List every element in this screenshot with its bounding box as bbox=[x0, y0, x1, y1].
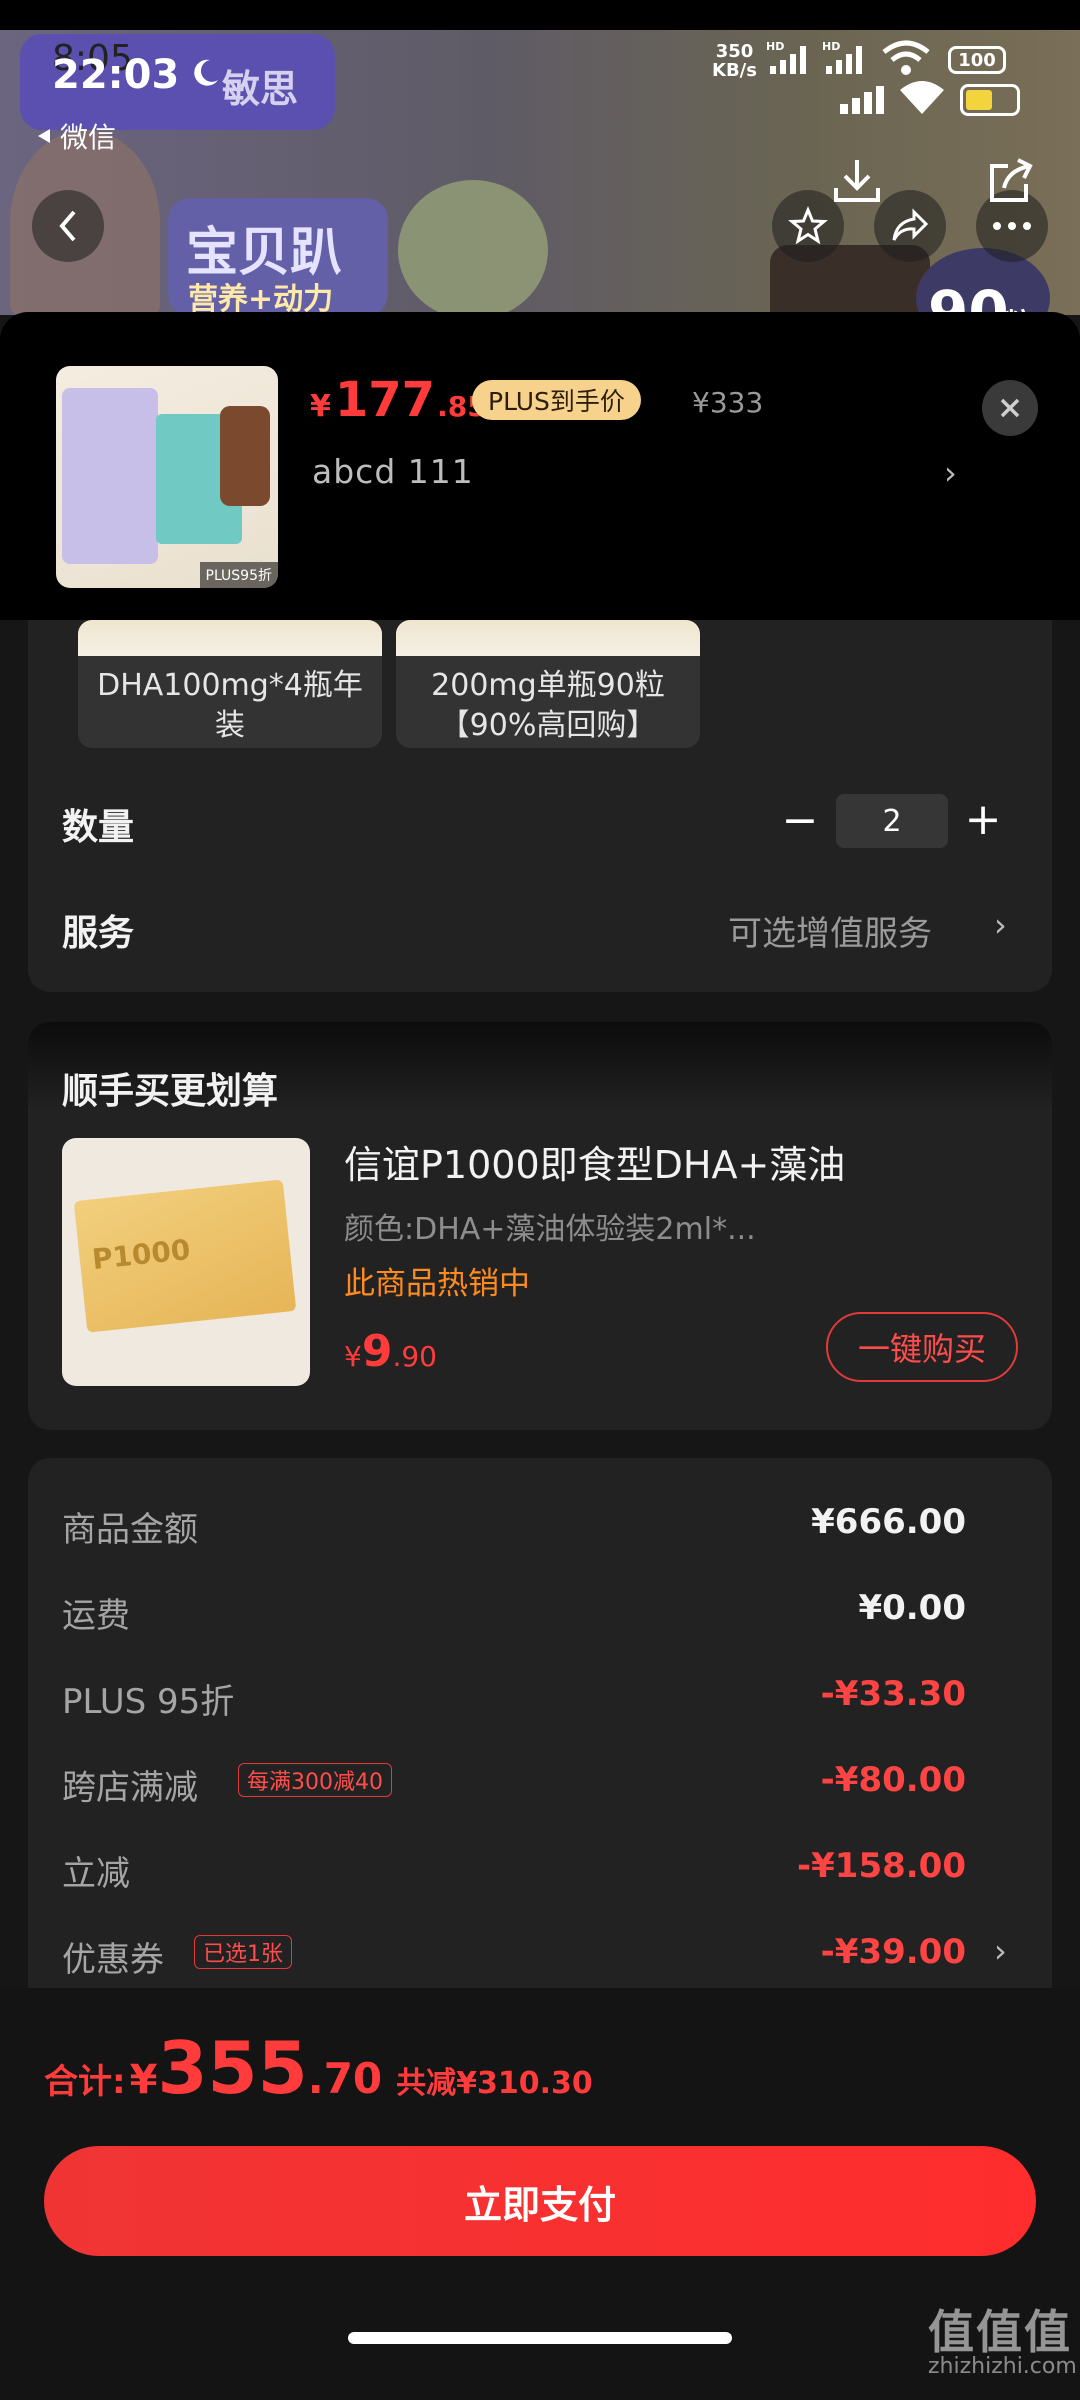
summary-value-coupon[interactable]: -¥39.00 bbox=[821, 1932, 966, 1972]
total-label: 合计: bbox=[44, 2062, 126, 2102]
cross-store-tag: 每满300减40 bbox=[238, 1763, 392, 1797]
upsell-product-name[interactable]: 信谊P1000即食型DHA+藻油 bbox=[344, 1134, 845, 1189]
service-label: 服务 bbox=[62, 913, 135, 954]
signal-icon: HD bbox=[766, 40, 806, 74]
upsell-price-decimal: .90 bbox=[392, 1340, 437, 1373]
price-integer: 177 bbox=[334, 372, 436, 428]
status-time: 22:03 bbox=[52, 52, 180, 98]
quantity-input[interactable]: 2 bbox=[836, 794, 948, 848]
quantity-decrease-button[interactable]: − bbox=[776, 795, 824, 846]
svg-text:HD: HD bbox=[766, 40, 784, 53]
close-button[interactable] bbox=[982, 380, 1038, 436]
summary-label-instant-discount: 立减 bbox=[62, 1854, 130, 1894]
chevron-left-icon bbox=[59, 210, 76, 242]
count-badge-number: 90 bbox=[928, 278, 1009, 315]
signal-dots-icon bbox=[840, 86, 884, 114]
price-symbol: ¥ bbox=[310, 389, 331, 424]
back-triangle-icon bbox=[38, 129, 50, 143]
one-click-buy-button[interactable]: 一键购买 bbox=[826, 1312, 1018, 1382]
share-arrow-icon bbox=[892, 208, 929, 241]
wifi-icon bbox=[882, 40, 930, 75]
thumb-box-left bbox=[62, 388, 158, 564]
external-share-icon[interactable] bbox=[984, 156, 1038, 206]
service-value[interactable]: 可选增值服务 bbox=[728, 906, 932, 955]
moon-icon bbox=[194, 59, 218, 86]
battery-indicator: 100 bbox=[948, 46, 1006, 74]
variant-option-2[interactable]: 200mg单瓶90粒【90%高回购】 bbox=[396, 620, 700, 748]
quantity-label: 数量 bbox=[62, 807, 135, 848]
selected-spec[interactable]: abcd 111 bbox=[312, 452, 474, 491]
upsell-price: ¥ 9 .90 bbox=[344, 1326, 437, 1377]
summary-value-instant-discount: -¥158.00 bbox=[797, 1846, 966, 1886]
star-icon bbox=[788, 206, 828, 245]
variant-label: 200mg单瓶90粒【90%高回购】 bbox=[431, 668, 665, 743]
close-icon bbox=[1000, 398, 1020, 418]
upsell-price-integer: 9 bbox=[361, 1326, 393, 1377]
promo-badge-subtitle: 营养+动力 bbox=[188, 282, 334, 315]
drink-glass-image bbox=[398, 180, 548, 315]
signal-icon-2: HD bbox=[822, 40, 862, 74]
wifi-icon-secondary bbox=[900, 81, 944, 114]
back-button[interactable] bbox=[32, 190, 104, 262]
upsell-product-spec: 颜色:DHA+藻油体验装2ml*... bbox=[344, 1212, 756, 1247]
brand-banner-text: 敏思 bbox=[222, 67, 299, 111]
total-discount: 共减¥310.30 bbox=[396, 2066, 593, 2101]
variant-option-1[interactable]: DHA100mg*4瓶年装 bbox=[78, 620, 382, 748]
share-button[interactable] bbox=[874, 190, 946, 262]
summary-value-plus-discount: -¥33.30 bbox=[820, 1674, 966, 1714]
original-price: ¥333 bbox=[692, 386, 764, 419]
watermark-logo: 值值值 bbox=[928, 2305, 1072, 2359]
svg-text:HD: HD bbox=[822, 40, 840, 53]
total-integer: 355 bbox=[157, 2026, 308, 2110]
back-to-app[interactable]: 微信 bbox=[36, 116, 116, 156]
total-symbol: ¥ bbox=[129, 2057, 158, 2103]
watermark-site: zhizhizhi.com bbox=[928, 2354, 1077, 2379]
summary-value-shipping: ¥0.00 bbox=[858, 1588, 966, 1628]
product-price: ¥ 177 .85 bbox=[310, 372, 487, 428]
summary-label-subtotal: 商品金额 bbox=[62, 1510, 198, 1550]
home-indicator[interactable] bbox=[348, 2332, 732, 2344]
summary-value-subtotal: ¥666.00 bbox=[811, 1502, 966, 1542]
network-speed-value: 350 bbox=[715, 41, 754, 62]
quantity-increase-button[interactable]: + bbox=[958, 794, 1008, 845]
more-dots-icon bbox=[993, 222, 1031, 230]
upsell-hot-label: 此商品热销中 bbox=[344, 1266, 530, 1302]
battery-icon bbox=[960, 84, 1020, 116]
thumb-bottle bbox=[220, 406, 270, 506]
upsell-price-symbol: ¥ bbox=[344, 1340, 362, 1373]
summary-label-shipping: 运费 bbox=[62, 1596, 130, 1636]
summary-label-cross-store: 跨店满减 bbox=[62, 1768, 198, 1808]
total-decimal: .70 bbox=[307, 2054, 383, 2103]
network-speed: 350 KB/s bbox=[712, 42, 757, 80]
order-total: 合计: ¥ 355 .70 共减¥310.30 bbox=[44, 2026, 593, 2110]
back-app-label: 微信 bbox=[60, 121, 117, 154]
chevron-right-icon[interactable]: › bbox=[994, 906, 1007, 944]
variant-label: DHA100mg*4瓶年装 bbox=[97, 668, 363, 743]
coupon-selected-tag[interactable]: 已选1张 bbox=[194, 1935, 292, 1969]
product-thumbnail[interactable]: PLUS95折 bbox=[56, 366, 278, 588]
chevron-right-icon[interactable]: › bbox=[994, 1932, 1007, 1970]
network-speed-unit: KB/s bbox=[712, 60, 757, 81]
summary-label-coupon[interactable]: 优惠券 bbox=[62, 1932, 164, 1981]
thumb-plus-tag: PLUS95折 bbox=[199, 562, 278, 588]
upsell-section-title: 顺手买更划算 bbox=[62, 1071, 279, 1112]
chevron-right-icon[interactable]: › bbox=[944, 454, 957, 492]
pay-now-button[interactable]: 立即支付 bbox=[44, 2146, 1036, 2256]
upsell-product-image[interactable]: P1000 bbox=[62, 1138, 310, 1386]
summary-value-cross-store: -¥80.00 bbox=[820, 1760, 966, 1800]
download-icon[interactable] bbox=[830, 156, 884, 206]
plus-price-badge: PLUS到手价 bbox=[472, 380, 641, 420]
top-frame bbox=[0, 0, 1080, 30]
summary-label-plus-discount: PLUS 95折 bbox=[62, 1682, 235, 1722]
